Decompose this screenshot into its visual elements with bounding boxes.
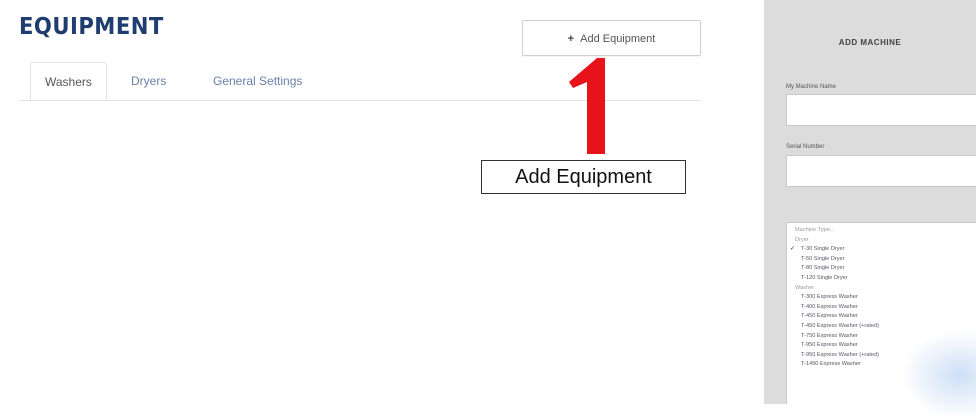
machine-name-input[interactable] xyxy=(786,94,976,126)
select-option[interactable]: T-80 Single Dryer xyxy=(787,264,976,274)
tab-label: Washers xyxy=(45,75,92,89)
select-option[interactable]: T-400 Express Washer xyxy=(787,303,976,313)
select-option-label: T-450 Express Washer xyxy=(801,313,858,320)
select-option-group: Dryer xyxy=(787,236,976,246)
machine-name-label: My Machine Name xyxy=(786,84,837,90)
tab-general-settings[interactable]: General Settings xyxy=(213,62,302,100)
background-glow xyxy=(900,330,976,420)
serial-number-input[interactable] xyxy=(786,155,976,187)
select-option-label: T-300 Express Washer xyxy=(801,294,858,301)
select-option-label: T-950 Express Washer xyxy=(801,342,858,349)
add-equipment-button[interactable]: + Add Equipment xyxy=(522,20,701,56)
page-title: EQUIPMENT xyxy=(19,14,164,40)
select-option-label: T-50 Single Dryer xyxy=(801,255,845,262)
select-option-label: T-950 Express Washer (+rated) xyxy=(801,351,879,358)
select-option-label: T-1450 Express Washer xyxy=(801,361,861,368)
serial-number-label: Serial Number xyxy=(786,144,825,150)
select-option-label: T-120 Single Dryer xyxy=(801,274,848,281)
select-option-label: Washer xyxy=(795,284,815,291)
annotation-label: Add Equipment xyxy=(481,160,686,194)
select-option-group: Machine Type... xyxy=(787,226,976,236)
tab-washers[interactable]: Washers xyxy=(30,62,107,100)
plus-icon: + xyxy=(567,33,575,45)
select-option-label: Machine Type... xyxy=(795,227,835,233)
annotation-number-1 xyxy=(569,58,605,154)
select-option-label: T-750 Express Washer xyxy=(801,332,858,339)
select-option-label: Dryer xyxy=(795,236,809,243)
select-option[interactable]: T-50 Single Dryer xyxy=(787,255,976,265)
select-option-label: T-30 Single Dryer xyxy=(801,246,845,253)
select-option[interactable]: ✓ T-30 Single Dryer xyxy=(787,245,976,255)
panel-title: ADD MACHINE xyxy=(838,38,902,47)
tab-label: General Settings xyxy=(213,74,303,88)
select-option-label: T-80 Single Dryer xyxy=(801,265,845,272)
tab-label: Dryers xyxy=(131,74,167,88)
select-option-group: Washer xyxy=(787,284,976,294)
select-option[interactable]: T-450 Express Washer xyxy=(787,312,976,322)
select-option-label: T-400 Express Washer xyxy=(801,303,858,310)
select-option[interactable]: T-300 Express Washer xyxy=(787,293,976,303)
tab-dryers[interactable]: Dryers xyxy=(131,62,166,100)
select-option-label: T-450 Express Washer (+rated) xyxy=(801,322,879,329)
select-option[interactable]: T-120 Single Dryer xyxy=(787,274,976,284)
checkmark-icon: ✓ xyxy=(790,246,796,253)
add-equipment-button-label: Add Equipment xyxy=(580,33,656,45)
